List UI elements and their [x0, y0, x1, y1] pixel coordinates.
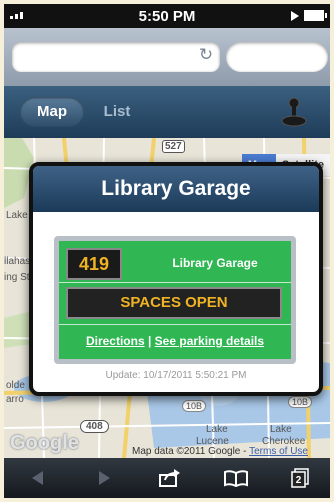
garage-card: 419 Library Garage SPACES OPEN Direction…: [54, 236, 296, 364]
map-label: 10B: [182, 400, 207, 412]
forward-icon[interactable]: [84, 458, 124, 498]
tab-map[interactable]: Map: [20, 97, 84, 127]
joystick-icon[interactable]: [280, 96, 308, 128]
status-badge: SPACES OPEN: [66, 287, 282, 319]
map-label: 408: [80, 420, 109, 433]
update-timestamp: Update: 10/17/2011 5:50:21 PM: [105, 370, 247, 381]
garage-name: Library Garage: [172, 256, 258, 270]
view-segmented-control: Map List: [20, 97, 146, 127]
bookmarks-icon[interactable]: [216, 458, 256, 498]
back-icon[interactable]: [18, 458, 58, 498]
divider: [59, 324, 291, 325]
play-icon: [291, 10, 299, 21]
map-label: olde: [6, 380, 25, 391]
url-field[interactable]: ↻: [12, 42, 220, 72]
battery-icon: [304, 10, 327, 21]
popup-header: Library Garage: [33, 166, 319, 212]
browser-bottom-toolbar: 2: [4, 458, 330, 498]
garage-popup: Library Garage 419 Library Garage SPACES…: [29, 162, 323, 396]
search-field[interactable]: [226, 42, 328, 72]
status-time: 5:50 PM: [138, 8, 196, 25]
status-bar: 5:50 PM: [4, 4, 330, 28]
google-logo: Google: [10, 432, 79, 454]
link-separator: |: [147, 334, 152, 348]
browser-chrome: ↻: [4, 28, 330, 86]
share-icon[interactable]: [150, 458, 190, 498]
parking-details-link[interactable]: See parking details: [155, 334, 264, 348]
map-label: arro: [6, 394, 24, 405]
popup-title: Library Garage: [101, 177, 251, 200]
links-row: Directions | See parking details: [59, 334, 291, 348]
map-label: Lake: [270, 424, 292, 435]
map-label: Lake: [206, 424, 228, 435]
map-label: 527: [162, 140, 185, 153]
terms-of-use-link[interactable]: Terms of Use: [249, 446, 308, 457]
map-label: llahas: [4, 256, 31, 267]
app-toolbar: Map List: [4, 86, 330, 138]
tab-list[interactable]: List: [92, 97, 142, 127]
spaces-count: 419: [66, 248, 122, 280]
map-data-attribution: Map data ©2011 Google: [132, 446, 241, 457]
divider: [59, 282, 291, 283]
directions-link[interactable]: Directions: [86, 334, 145, 348]
pages-count: 2: [296, 475, 302, 486]
pages-icon[interactable]: 2: [280, 458, 320, 498]
phone-screen: 5:50 PM ↻ Map List 527 Lake D llahas ing…: [4, 4, 330, 498]
map-label: 10B: [288, 396, 313, 408]
map-label: ing St: [4, 272, 30, 283]
reload-icon[interactable]: ↻: [198, 46, 214, 63]
